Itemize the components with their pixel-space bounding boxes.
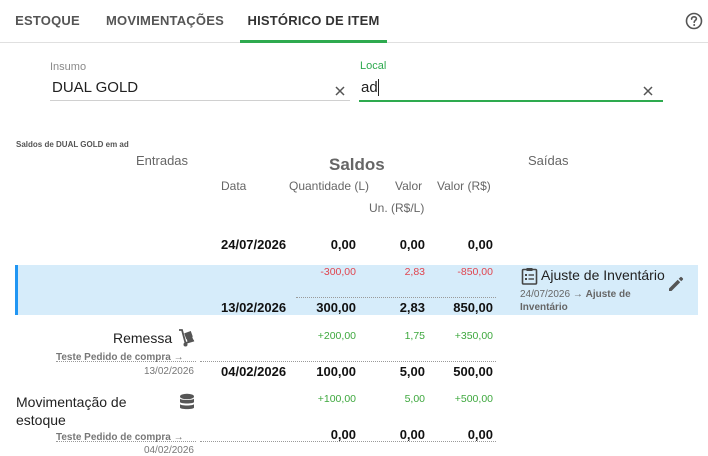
tab-bar: ESTOQUE MOVIMENTAÇÕES HISTÓRICO DE ITEM xyxy=(0,0,708,43)
selected-row-marker xyxy=(15,265,18,315)
insumo-input[interactable]: DUAL GOLD xyxy=(52,79,138,96)
row-3-delta-unit: 1,75 xyxy=(404,330,425,342)
clipboard-icon xyxy=(521,268,538,285)
row-2-unit: 2,83 xyxy=(399,300,425,315)
row-4-delta-total: +500,00 xyxy=(454,393,493,405)
row-2-total: 850,00 xyxy=(453,300,493,315)
entrada-remessa-date: 13/02/2026 xyxy=(143,366,194,377)
entrada-movimentacao-date: 04/02/2026 xyxy=(143,445,194,456)
entradas-header: Entradas xyxy=(136,153,189,168)
database-icon xyxy=(180,393,194,410)
local-underline xyxy=(359,100,663,102)
row-2-date: 13/02/2026 xyxy=(221,300,287,315)
row-2-delta-qty: -300,00 xyxy=(320,266,356,278)
entrada-movimentacao-title-line2: estoque xyxy=(16,412,66,428)
row-3-total: 500,00 xyxy=(453,364,493,379)
row-3-delta-total: +350,00 xyxy=(454,330,493,342)
help-icon[interactable] xyxy=(685,12,703,30)
entrada-remessa-separator xyxy=(56,361,196,362)
row-2-qty: 300,00 xyxy=(316,300,356,315)
entrada-remessa-title: Remessa xyxy=(113,330,173,346)
quantidade-column-header: Quantidade (L) xyxy=(289,179,370,193)
active-tab-indicator xyxy=(240,40,387,43)
row-4-unit: 0,00 xyxy=(399,427,425,442)
row-4-delta-qty: +100,00 xyxy=(317,393,356,405)
row-1-unit: 0,00 xyxy=(399,237,425,252)
tab-movimentacoes[interactable]: MOVIMENTAÇÕES xyxy=(101,0,229,42)
row-3-qty: 100,00 xyxy=(316,364,356,379)
data-column-header: Data xyxy=(221,179,247,193)
clear-insumo-icon[interactable] xyxy=(334,85,346,97)
row-1-total: 0,00 xyxy=(467,237,493,252)
edit-icon[interactable] xyxy=(667,275,685,293)
row-1-qty: 0,00 xyxy=(330,237,356,252)
row-2-separator xyxy=(296,297,496,298)
saidas-header: Saídas xyxy=(528,153,569,168)
text-caret xyxy=(378,79,379,96)
valor-un-column-header: Valor xyxy=(395,179,423,193)
insumo-label: Insumo xyxy=(50,61,87,73)
saida-title: Ajuste de Inventário xyxy=(541,267,665,283)
tab-estoque[interactable]: ESTOQUE xyxy=(10,0,85,42)
summary-title: Saldos de DUAL GOLD em ad xyxy=(16,140,129,149)
valor-un-column-subheader: Un. (R$/L) xyxy=(369,201,425,215)
local-label: Local xyxy=(360,60,387,72)
row-3-unit: 5,00 xyxy=(399,364,425,379)
row-4-delta-unit: 5,00 xyxy=(404,393,425,405)
entrada-movimentacao-title-line1: Movimentação de xyxy=(16,394,127,410)
row-3-date: 04/02/2026 xyxy=(221,364,287,379)
tab-historico-de-item[interactable]: HISTÓRICO DE ITEM xyxy=(240,0,387,42)
saida-subtitle: 24/07/2026 → Ajuste de Inventário xyxy=(520,288,680,314)
saida-date: 24/07/2026 xyxy=(520,289,571,300)
row-1-date: 24/07/2026 xyxy=(221,237,287,252)
saldos-header: Saldos xyxy=(329,155,385,174)
entrada-movimentacao-title: Movimentação de estoque xyxy=(16,393,127,429)
clear-local-icon[interactable] xyxy=(642,85,654,97)
entrada-movimentacao-separator xyxy=(56,441,196,442)
row-3-separator xyxy=(200,361,496,362)
insumo-underline xyxy=(50,100,350,101)
valor-total-column-header: Valor (R$) xyxy=(437,179,491,193)
row-4-total: 0,00 xyxy=(467,427,493,442)
row-2-delta-unit: 2,83 xyxy=(404,266,425,278)
row-2-delta-total: -850,00 xyxy=(457,266,493,278)
local-input[interactable]: ad xyxy=(361,79,378,96)
dolly-icon xyxy=(179,329,195,347)
row-4-qty: 0,00 xyxy=(330,427,356,442)
saida-arrow: → xyxy=(572,289,583,300)
row-3-delta-qty: +200,00 xyxy=(317,330,356,342)
